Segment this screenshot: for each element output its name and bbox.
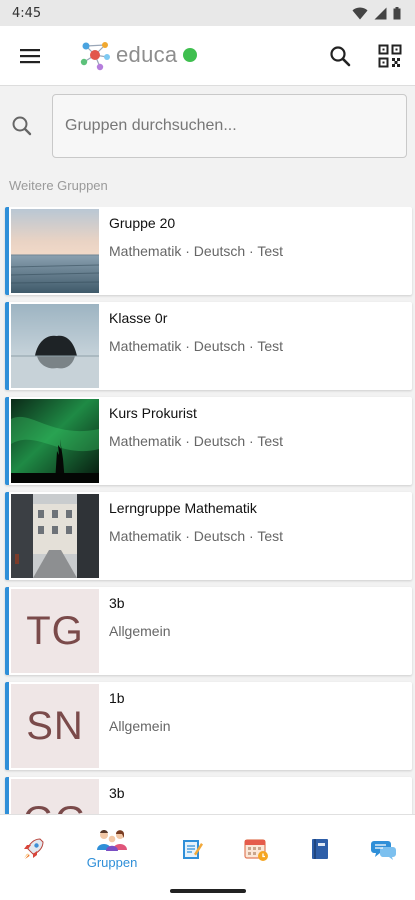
gesture-bar xyxy=(0,882,415,900)
nav-item-calendar[interactable] xyxy=(228,815,284,883)
notepad-icon xyxy=(183,840,203,859)
status-icons xyxy=(352,6,401,20)
app-bar: educa xyxy=(0,26,415,86)
nav-item-notes[interactable] xyxy=(164,815,220,883)
nav-item-home[interactable] xyxy=(5,815,61,883)
wifi-icon xyxy=(352,7,368,19)
signal-icon xyxy=(374,7,387,19)
home-indicator[interactable] xyxy=(170,889,246,893)
group-subjects: Allgemein xyxy=(109,623,171,639)
search-field[interactable] xyxy=(52,94,407,158)
qr-code-icon xyxy=(378,44,402,68)
group-card[interactable]: Lerngruppe Mathematik Mathematik · Deuts… xyxy=(5,492,412,580)
group-image-sea-horizon xyxy=(11,209,99,293)
group-card[interactable]: SN 1b Allgemein xyxy=(5,682,412,770)
group-image-city-street xyxy=(11,494,99,578)
notebook-icon xyxy=(312,839,328,859)
group-title: Gruppe 20 xyxy=(109,215,176,231)
group-title: Klasse 0r xyxy=(109,310,168,326)
group-subjects: Allgemein xyxy=(109,718,171,734)
nav-item-notebook[interactable] xyxy=(292,815,348,883)
group-search-row xyxy=(0,92,415,162)
group-card[interactable]: TG 3b Allgemein xyxy=(5,587,412,675)
group-title: 3b xyxy=(109,785,125,801)
group-search-input[interactable] xyxy=(53,95,406,157)
nav-label-groups: Gruppen xyxy=(86,855,138,870)
group-card[interactable]: Klasse 0r Mathematik · Deutsch · Test xyxy=(5,302,412,390)
group-image-northern-lights xyxy=(11,399,99,483)
online-dot xyxy=(183,48,198,62)
people-icon xyxy=(97,830,127,851)
nav-item-messages[interactable] xyxy=(356,815,412,883)
group-title: 3b xyxy=(109,595,125,611)
group-subjects: Mathematik · Deutsch · Test xyxy=(109,338,284,354)
hamburger-icon xyxy=(20,49,40,64)
bottom-navigation: Gruppen xyxy=(0,814,415,882)
group-image-island-rock xyxy=(11,304,99,388)
calendar-icon xyxy=(244,839,268,861)
group-card[interactable]: Kurs Prokurist Mathematik · Deutsch · Te… xyxy=(5,397,412,485)
nav-item-groups[interactable]: Gruppen xyxy=(84,815,140,883)
group-initials-avatar: SN xyxy=(11,684,99,768)
group-initials-avatar: TG xyxy=(11,589,99,673)
logo-text: educa xyxy=(116,42,178,67)
group-list[interactable]: Gruppe 20 Mathematik · Deutsch · Test Kl… xyxy=(0,207,415,814)
menu-button[interactable] xyxy=(18,44,42,68)
status-bar: 4:45 xyxy=(0,0,415,26)
group-subjects: Mathematik · Deutsch · Test xyxy=(109,433,284,449)
chat-icon xyxy=(371,841,396,860)
group-initials-avatar: GG xyxy=(11,779,99,814)
qr-scan-button[interactable] xyxy=(378,44,402,68)
group-card[interactable]: Gruppe 20 Mathematik · Deutsch · Test xyxy=(5,207,412,295)
group-subjects: Mathematik · Deutsch · Test xyxy=(109,528,284,544)
section-label: Weitere Gruppen xyxy=(9,178,108,193)
group-title: Lerngruppe Mathematik xyxy=(109,500,257,516)
search-button[interactable] xyxy=(328,44,352,68)
search-icon xyxy=(330,46,351,67)
group-title: 1b xyxy=(109,690,125,706)
group-subjects: Mathematik · Deutsch · Test xyxy=(109,243,284,259)
group-card[interactable]: GG 3b xyxy=(5,777,412,814)
rocket-icon xyxy=(24,838,44,859)
status-time: 4:45 xyxy=(12,5,42,21)
molecule-logo-icon xyxy=(80,42,110,71)
battery-icon xyxy=(393,6,401,19)
educa-logo: educa xyxy=(78,38,198,72)
group-title: Kurs Prokurist xyxy=(109,405,197,421)
search-field-icon xyxy=(12,116,32,136)
